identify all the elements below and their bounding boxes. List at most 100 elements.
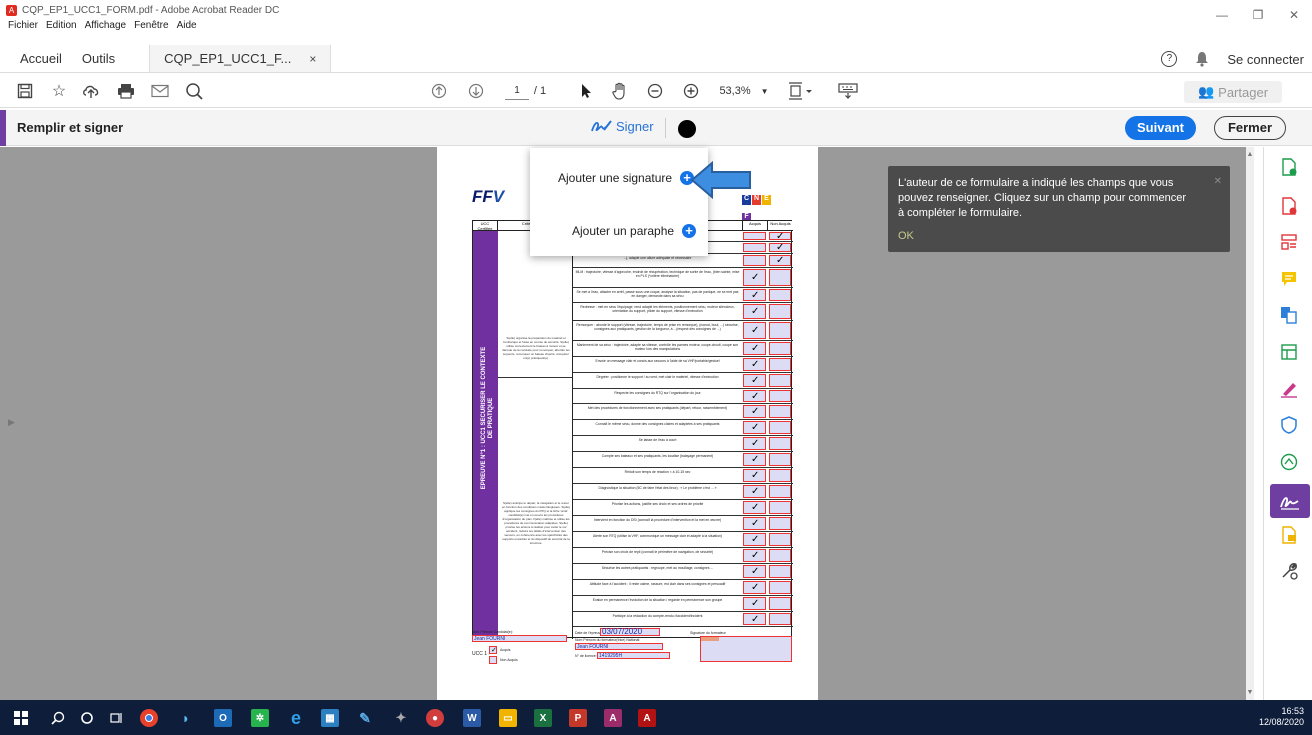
powerpoint-icon[interactable]: P	[569, 709, 587, 727]
acquis-checkbox[interactable]: ✓	[489, 646, 497, 654]
outlook-icon[interactable]: O	[214, 709, 232, 727]
send-icon[interactable]	[1279, 452, 1299, 472]
organize-icon[interactable]	[1279, 232, 1299, 252]
non-acquis-field[interactable]	[769, 437, 791, 450]
zoom-in-icon[interactable]	[682, 81, 700, 101]
create-pdf-icon[interactable]	[1279, 196, 1299, 216]
word-icon[interactable]: W	[463, 709, 481, 727]
license-field[interactable]: 1419295H	[597, 652, 670, 659]
acquis-field[interactable]	[743, 243, 766, 252]
tab-home[interactable]: Accueil	[0, 45, 72, 72]
page-number-input[interactable]: 1	[505, 82, 529, 100]
sign-button[interactable]: Signer	[590, 118, 654, 134]
non-acquis-field[interactable]	[769, 613, 791, 625]
non-acquis-field[interactable]	[769, 517, 791, 530]
non-acquis-field[interactable]	[769, 322, 791, 339]
non-acquis-field[interactable]	[769, 453, 791, 466]
scan-icon[interactable]	[1279, 525, 1299, 545]
page-up-icon[interactable]	[430, 81, 448, 101]
menu-file[interactable]: Fichier	[8, 20, 38, 34]
color-picker-dot[interactable]	[678, 120, 696, 138]
non-acquis-field[interactable]	[769, 289, 791, 301]
non-acquis-field[interactable]	[769, 469, 791, 482]
acquis-field[interactable]	[743, 232, 766, 240]
share-button[interactable]: 👥 Partager	[1184, 81, 1282, 103]
zoom-search-icon[interactable]	[184, 81, 204, 101]
fit-page-icon[interactable]	[787, 81, 813, 101]
non-acquis-field[interactable]	[769, 342, 791, 355]
search-icon[interactable]	[49, 709, 67, 727]
non-acquis-checkbox[interactable]	[489, 656, 497, 664]
menu-view[interactable]: Affichage	[85, 20, 127, 34]
non-acquis-field[interactable]	[769, 581, 791, 594]
non-acquis-field[interactable]	[769, 533, 791, 546]
tab-tools[interactable]: Outils	[72, 45, 125, 72]
keyboard-icon[interactable]	[837, 81, 859, 101]
non-acquis-field[interactable]	[769, 549, 791, 562]
non-acquis-field[interactable]	[769, 501, 791, 514]
calculator-icon[interactable]: ▦	[321, 709, 339, 727]
acrobat-taskbar-icon[interactable]: A	[638, 709, 656, 727]
protect-icon[interactable]	[1279, 415, 1299, 435]
page-down-icon[interactable]	[467, 81, 485, 101]
next-button[interactable]: Suivant	[1125, 116, 1196, 140]
tools-icon[interactable]	[1279, 561, 1299, 581]
non-acquis-field[interactable]	[769, 374, 791, 387]
non-acquis-field[interactable]	[769, 565, 791, 578]
mail-icon[interactable]	[151, 81, 169, 101]
candidate-name-field[interactable]: Jean FOURNI	[472, 635, 567, 642]
green-app-icon[interactable]: ✲	[251, 709, 269, 727]
add-signature-item[interactable]: Ajouter une signature +	[558, 171, 695, 185]
start-windows-icon[interactable]	[12, 709, 30, 727]
tab-document[interactable]: CQP_EP1_UCC1_F... ×	[149, 45, 332, 72]
chrome-icon[interactable]	[140, 709, 158, 727]
sign-in-link[interactable]: Se connecter	[1227, 52, 1304, 67]
print-icon[interactable]	[117, 81, 135, 101]
cortana-icon[interactable]	[78, 709, 96, 727]
comment-icon[interactable]	[1279, 269, 1299, 289]
excel-icon[interactable]: X	[534, 709, 552, 727]
media-player-icon[interactable]: ◗	[177, 709, 195, 727]
car-app-icon[interactable]: ●	[426, 709, 444, 727]
close-tab-icon[interactable]: ×	[309, 52, 316, 66]
menu-help[interactable]: Aide	[177, 20, 197, 34]
fill-sign-icon[interactable]	[1279, 379, 1299, 399]
task-view-icon[interactable]	[107, 709, 125, 727]
star-icon[interactable]: ☆	[50, 81, 68, 101]
pen-app-icon[interactable]: ✎	[356, 709, 374, 727]
bird-app-icon[interactable]: ✦	[392, 709, 410, 727]
tooltip-close-icon[interactable]: ✕	[1214, 174, 1222, 189]
upload-icon[interactable]	[82, 81, 100, 101]
non-acquis-field[interactable]	[769, 269, 791, 286]
export-pdf-icon[interactable]	[1279, 157, 1299, 177]
menu-window[interactable]: Fenêtre	[134, 20, 168, 34]
zoom-out-icon[interactable]	[646, 81, 664, 101]
non-acquis-field[interactable]	[769, 390, 791, 402]
access-icon[interactable]: A	[604, 709, 622, 727]
edge-icon[interactable]: e	[287, 708, 305, 728]
menu-edit[interactable]: Edition	[46, 20, 77, 34]
close-fill-sign-button[interactable]: Fermer	[1214, 116, 1286, 140]
trainer-name-field[interactable]: Jean FOURNI	[575, 643, 663, 650]
non-acquis-field[interactable]	[769, 405, 791, 418]
hand-icon[interactable]	[610, 81, 630, 101]
non-acquis-field[interactable]	[769, 421, 791, 434]
scroll-down-icon[interactable]: ▼	[1246, 689, 1254, 696]
close-window-button[interactable]: ✕	[1276, 0, 1312, 30]
help-icon[interactable]: ?	[1161, 51, 1178, 67]
vertical-scrollbar[interactable]: ▲ ▼	[1246, 147, 1254, 700]
bell-icon[interactable]	[1195, 51, 1209, 67]
acquis-field[interactable]	[743, 255, 766, 266]
exam-date-field[interactable]: 03/07/2020	[600, 628, 660, 636]
tooltip-ok-button[interactable]: OK	[898, 229, 914, 244]
non-acquis-field[interactable]	[769, 597, 791, 610]
left-panel-toggle-icon[interactable]: ▶	[8, 417, 15, 428]
combine-icon[interactable]	[1279, 305, 1299, 325]
add-initials-item[interactable]: Ajouter un paraphe +	[572, 224, 697, 238]
sign-icon[interactable]	[1270, 484, 1310, 518]
save-icon[interactable]	[16, 81, 34, 101]
restore-button[interactable]: ❐	[1240, 0, 1276, 30]
scroll-up-icon[interactable]: ▲	[1246, 151, 1254, 158]
minimize-button[interactable]: —	[1204, 0, 1240, 30]
select-arrow-icon[interactable]	[578, 81, 594, 101]
